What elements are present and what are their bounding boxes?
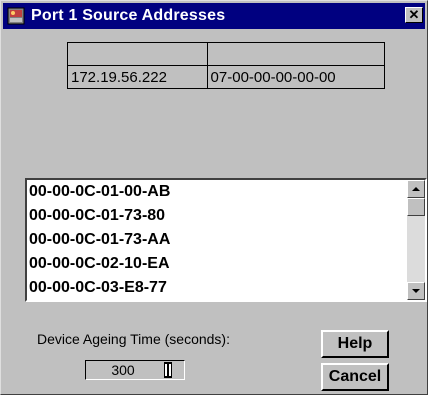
app-icon — [7, 7, 25, 25]
cancel-button[interactable]: Cancel — [321, 363, 389, 391]
close-button[interactable]: ✕ — [405, 7, 423, 23]
ageing-time-label: Device Ageing Time (seconds): — [37, 331, 230, 347]
ageing-time-input[interactable]: 300 — [85, 360, 185, 380]
table-header-row — [67, 42, 386, 66]
ageing-time-value: 300 — [111, 362, 135, 378]
scroll-up-icon — [412, 187, 420, 191]
list-item[interactable]: 00-00-0C-01-00-AB — [29, 180, 409, 204]
vertical-scrollbar[interactable] — [407, 180, 425, 300]
list-item[interactable]: 00-00-0C-01-73-AA — [29, 228, 409, 252]
title-bar[interactable]: Port 1 Source Addresses ✕ — [3, 3, 425, 29]
scroll-down-icon — [412, 289, 420, 293]
address-table: 172.19.56.222 07-00-00-00-00-00 — [67, 42, 386, 89]
list-items: 00-00-0C-01-00-AB 00-00-0C-01-73-80 00-0… — [29, 180, 409, 300]
help-button[interactable]: Help — [321, 330, 389, 358]
mac-address-cell: 07-00-00-00-00-00 — [206, 65, 386, 89]
scroll-up-button[interactable] — [407, 180, 425, 198]
mac-address-list[interactable]: 00-00-0C-01-00-AB 00-00-0C-01-73-80 00-0… — [25, 178, 427, 302]
ibeam-cursor-icon — [164, 362, 172, 378]
scroll-thumb[interactable] — [407, 198, 425, 216]
dialog-window: Port 1 Source Addresses ✕ 172.19.56.222 … — [0, 0, 428, 395]
list-item[interactable]: 00-00-0C-01-73-80 — [29, 204, 409, 228]
table-header-cell — [67, 42, 208, 66]
list-item[interactable]: 00-00-0C-02-10-EA — [29, 252, 409, 276]
list-item[interactable]: 00-00-0C-03-E8-77 — [29, 276, 409, 300]
scroll-down-button[interactable] — [407, 282, 425, 300]
close-icon: ✕ — [408, 7, 420, 22]
ip-address-cell: 172.19.56.222 — [67, 65, 208, 89]
table-row[interactable]: 172.19.56.222 07-00-00-00-00-00 — [67, 65, 386, 89]
window-title: Port 1 Source Addresses — [31, 7, 226, 24]
table-header-cell — [206, 42, 386, 66]
